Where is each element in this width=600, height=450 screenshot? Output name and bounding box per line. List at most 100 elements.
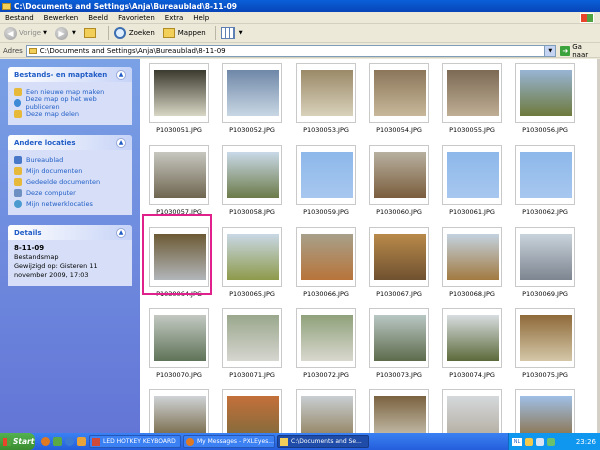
file-thumbnail[interactable] bbox=[222, 227, 282, 287]
file-name-label[interactable]: P1030071.JPG bbox=[215, 371, 289, 379]
file-thumbnail[interactable] bbox=[369, 227, 429, 287]
go-button[interactable]: ➜ Ga naar bbox=[560, 43, 600, 59]
file-name-label[interactable]: P1030061.JPG bbox=[435, 208, 509, 216]
place-my-documents[interactable]: Mijn documenten bbox=[14, 165, 126, 176]
chevron-down-icon[interactable]: ▼ bbox=[43, 30, 47, 36]
views-button[interactable]: ▼ bbox=[219, 25, 245, 41]
file-thumbnail[interactable] bbox=[442, 227, 502, 287]
collapse-chevron-icon[interactable]: ▲ bbox=[116, 227, 126, 238]
firefox-icon[interactable] bbox=[41, 437, 50, 446]
file-name-label[interactable]: P1030067.JPG bbox=[362, 290, 436, 298]
file-name-label[interactable]: P1030051.JPG bbox=[142, 126, 216, 134]
file-name-label[interactable]: P1030074.JPG bbox=[435, 371, 509, 379]
volume-icon[interactable] bbox=[536, 437, 544, 446]
taskbar-button-keyboard[interactable]: LED HOTKEY KEYBOARD bbox=[89, 435, 181, 448]
collapse-chevron-icon[interactable]: ▲ bbox=[116, 137, 126, 148]
file-thumbnail[interactable] bbox=[296, 389, 356, 433]
menu-beeld[interactable]: Beeld bbox=[83, 14, 113, 22]
file-thumbnail[interactable] bbox=[222, 389, 282, 433]
photo-thumbnail-image bbox=[447, 70, 499, 116]
file-thumbnail[interactable] bbox=[296, 308, 356, 368]
place-network[interactable]: Mijn netwerklocaties bbox=[14, 198, 126, 209]
file-name-label[interactable]: P1030073.JPG bbox=[362, 371, 436, 379]
file-name-label[interactable]: P1030068.JPG bbox=[435, 290, 509, 298]
file-name-label[interactable]: P1030056.JPG bbox=[508, 126, 582, 134]
menu-help[interactable]: Help bbox=[188, 14, 214, 22]
file-thumbnail[interactable] bbox=[515, 227, 575, 287]
file-thumbnail[interactable] bbox=[369, 63, 429, 123]
file-name-label[interactable]: P1030069.JPG bbox=[508, 290, 582, 298]
back-label: Vorige bbox=[19, 29, 42, 37]
task-publish-web[interactable]: Deze map op het web publiceren bbox=[14, 95, 126, 111]
folders-button[interactable]: Mappen bbox=[161, 25, 208, 41]
file-thumbnail[interactable] bbox=[442, 308, 502, 368]
place-my-computer[interactable]: Deze computer bbox=[14, 187, 126, 198]
file-name-label[interactable]: P1030065.JPG bbox=[215, 290, 289, 298]
file-thumbnail[interactable] bbox=[222, 63, 282, 123]
folder-icon bbox=[28, 47, 37, 54]
menu-favorieten[interactable]: Favorieten bbox=[113, 14, 160, 22]
address-input[interactable]: C:\Documents and Settings\Anja\Bureaubla… bbox=[25, 44, 557, 57]
chevron-down-icon[interactable]: ▼ bbox=[239, 30, 243, 36]
menu-bewerken[interactable]: Bewerken bbox=[39, 14, 84, 22]
file-thumbnail[interactable] bbox=[296, 63, 356, 123]
file-thumbnail[interactable] bbox=[442, 145, 502, 205]
chevron-down-icon[interactable]: ▼ bbox=[72, 30, 76, 36]
file-thumbnail[interactable] bbox=[296, 227, 356, 287]
file-thumbnail[interactable] bbox=[149, 63, 209, 123]
network-icon[interactable] bbox=[547, 437, 555, 446]
up-folder-button[interactable] bbox=[82, 25, 101, 41]
details-header[interactable]: Details ▲ bbox=[8, 225, 132, 240]
messenger-icon[interactable] bbox=[53, 437, 62, 446]
file-name-label[interactable]: P1030075.JPG bbox=[508, 371, 582, 379]
language-indicator[interactable]: NL bbox=[512, 437, 522, 446]
photo-thumbnail-image bbox=[227, 396, 279, 433]
taskbar-button-firefox[interactable]: My Messages - PXLEyes... bbox=[183, 435, 275, 448]
place-desktop[interactable]: Bureaublad bbox=[14, 154, 126, 165]
taskbar-button-explorer[interactable]: C:\Documents and Se... bbox=[277, 435, 369, 448]
place-shared-documents[interactable]: Gedeelde documenten bbox=[14, 176, 126, 187]
file-thumbnail[interactable] bbox=[149, 308, 209, 368]
file-name-label[interactable]: P1030060.JPG bbox=[362, 208, 436, 216]
tray-app-icon[interactable] bbox=[525, 437, 533, 446]
back-button[interactable]: ◀ Vorige ▼ bbox=[2, 25, 49, 41]
other-places-header[interactable]: Andere locaties ▲ bbox=[8, 135, 132, 150]
file-tasks-header[interactable]: Bestands- en maptaken ▲ bbox=[8, 67, 132, 82]
file-name-label[interactable]: P1030059.JPG bbox=[289, 208, 363, 216]
menu-bestand[interactable]: Bestand bbox=[0, 14, 39, 22]
file-thumbnail[interactable] bbox=[442, 63, 502, 123]
file-thumbnail[interactable] bbox=[369, 389, 429, 433]
file-thumbnail[interactable] bbox=[369, 308, 429, 368]
search-button[interactable]: Zoeken bbox=[112, 25, 157, 41]
media-player-icon[interactable] bbox=[77, 437, 86, 446]
file-thumbnail[interactable] bbox=[149, 145, 209, 205]
back-arrow-icon: ◀ bbox=[4, 26, 17, 40]
file-thumbnail[interactable] bbox=[149, 389, 209, 433]
start-button[interactable]: Start bbox=[0, 433, 35, 450]
menu-extra[interactable]: Extra bbox=[160, 14, 188, 22]
file-thumbnail[interactable] bbox=[515, 63, 575, 123]
file-name-label[interactable]: P1030062.JPG bbox=[508, 208, 582, 216]
file-thumbnail[interactable] bbox=[222, 145, 282, 205]
file-thumbnail[interactable] bbox=[222, 308, 282, 368]
forward-button[interactable]: ▶ ▼ bbox=[53, 25, 78, 41]
file-thumbnail[interactable] bbox=[369, 145, 429, 205]
internet-explorer-icon[interactable] bbox=[65, 437, 74, 446]
file-name-label[interactable]: P1030058.JPG bbox=[215, 208, 289, 216]
file-name-label[interactable]: P1030054.JPG bbox=[362, 126, 436, 134]
file-thumbnail[interactable] bbox=[515, 145, 575, 205]
file-thumbnail[interactable] bbox=[442, 389, 502, 433]
file-name-label[interactable]: P1030070.JPG bbox=[142, 371, 216, 379]
file-thumbnail[interactable] bbox=[515, 389, 575, 433]
file-name-label[interactable]: P1030066.JPG bbox=[289, 290, 363, 298]
file-name-label[interactable]: P1030052.JPG bbox=[215, 126, 289, 134]
file-name-label[interactable]: P1030053.JPG bbox=[289, 126, 363, 134]
file-thumbnail[interactable] bbox=[296, 145, 356, 205]
address-dropdown-button[interactable]: ▼ bbox=[544, 45, 556, 56]
collapse-chevron-icon[interactable]: ▲ bbox=[116, 69, 126, 80]
file-name-label[interactable]: P1030055.JPG bbox=[435, 126, 509, 134]
file-name-label[interactable]: P1030072.JPG bbox=[289, 371, 363, 379]
photo-thumbnail-image bbox=[520, 396, 572, 433]
file-thumbnail[interactable] bbox=[515, 308, 575, 368]
photo-thumbnail-image bbox=[520, 234, 572, 280]
